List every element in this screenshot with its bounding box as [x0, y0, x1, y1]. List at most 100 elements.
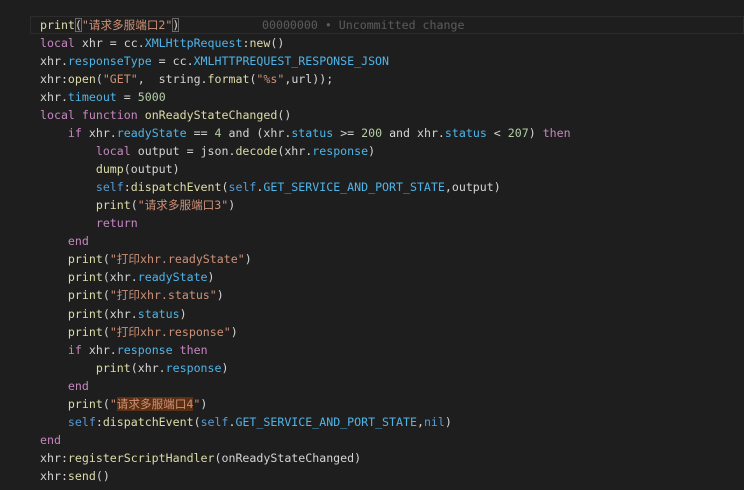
code-token: readyState	[116, 126, 187, 141]
code-line[interactable]: xhr:send()	[0, 467, 744, 485]
code-token: =	[116, 90, 138, 105]
code-token: onReadyStateChanged	[144, 108, 278, 123]
code-token: format	[207, 72, 250, 87]
code-token: local	[95, 144, 131, 159]
code-token: readyState	[137, 270, 208, 285]
code-line[interactable]: local function onReadyStateChanged()	[0, 106, 744, 124]
code-line[interactable]: dump(output)	[0, 160, 744, 178]
code-line[interactable]: print(xhr.readyState)	[0, 268, 744, 286]
code-token: open	[67, 72, 96, 87]
code-token: timeout	[67, 90, 117, 105]
code-line[interactable]: if xhr.readyState == 4 and (xhr.status >…	[0, 124, 744, 142]
code-token: if	[67, 126, 82, 141]
code-line[interactable]: return	[0, 214, 744, 232]
code-line[interactable]: print(xhr.status)	[0, 305, 744, 323]
code-token: ()	[270, 36, 285, 51]
code-line[interactable]: xhr.timeout = 5000	[0, 88, 744, 106]
code-line[interactable]: xhr:registerScriptHandler(onReadyStateCh…	[0, 449, 744, 467]
code-token: XMLHttpRequest	[144, 36, 243, 51]
code-token: "请求多服端口3"	[137, 198, 229, 213]
code-token: response	[116, 342, 173, 357]
code-token: dump	[95, 162, 124, 177]
code-token: (	[102, 396, 110, 411]
code-token: )	[207, 270, 215, 285]
code-line[interactable]: print(xhr.response)	[0, 359, 744, 377]
code-token: end	[67, 234, 89, 249]
code-token: xhr:	[40, 450, 68, 465]
code-token: )	[230, 324, 238, 339]
code-token: (	[102, 324, 110, 339]
code-token: "%s"	[256, 72, 285, 87]
code-token: nil	[423, 414, 445, 429]
code-token: "打印xhr.response"	[109, 324, 231, 339]
code-line[interactable]: xhr.responseType = cc.XMLHTTPREQUEST_RES…	[0, 52, 744, 70]
code-token: return	[95, 216, 138, 231]
code-token: end	[67, 378, 89, 393]
code-line[interactable]: print("打印xhr.response")	[0, 323, 744, 341]
code-token: print	[67, 324, 103, 339]
code-token: :	[95, 414, 103, 429]
code-line[interactable]: if xhr.response then	[0, 341, 744, 359]
code-token: )	[216, 288, 224, 303]
code-line[interactable]: local xhr = cc.XMLHttpRequest:new()	[0, 34, 744, 52]
code-token: self	[95, 180, 124, 195]
code-token: )	[244, 252, 252, 267]
code-token: status	[137, 306, 180, 321]
code-token: ()	[95, 468, 110, 483]
code-line[interactable]: xhr:open("GET", string.format("%s",url))…	[0, 70, 744, 88]
code-token: then	[179, 342, 208, 357]
code-line[interactable]: print("打印xhr.readyState")	[0, 250, 744, 268]
code-token: function	[81, 108, 138, 123]
code-line[interactable]: self:dispatchEvent(self.GET_SERVICE_AND_…	[0, 413, 744, 431]
code-token: self	[200, 414, 229, 429]
code-token: (xhr.	[102, 270, 138, 285]
code-token: new	[249, 36, 271, 51]
code-token: (xhr.	[102, 306, 138, 321]
code-line[interactable]: end	[0, 232, 744, 250]
code-token: local	[40, 108, 75, 123]
code-line[interactable]: print("请求多服端口4")	[0, 395, 744, 413]
code-token: print	[67, 270, 103, 285]
code-token: )	[368, 144, 376, 159]
code-line[interactable]: local output = json.decode(xhr.response)	[0, 142, 744, 160]
code-token: print	[67, 306, 103, 321]
git-blame-annotation: 00000000 • Uncommitted change	[262, 18, 465, 32]
code-token: ()	[277, 108, 292, 123]
code-token: self	[67, 414, 96, 429]
code-token: dispatchEvent	[102, 414, 194, 429]
code-token: send	[67, 468, 96, 483]
code-token: )	[528, 126, 543, 141]
code-token: :	[123, 180, 131, 195]
code-token: (	[102, 252, 110, 267]
code-token: end	[40, 432, 61, 447]
code-token: print	[67, 396, 103, 411]
code-token: (	[193, 414, 201, 429]
code-token: print	[40, 18, 75, 32]
code-token: status	[444, 126, 487, 141]
code-token: )	[179, 306, 187, 321]
code-token: "打印xhr.status"	[109, 288, 217, 303]
code-editor[interactable]: print("请求多服端口2") 00000000 • Uncommitted c…	[0, 16, 744, 485]
code-token: xhr.	[40, 90, 68, 105]
code-line[interactable]: print("打印xhr.status")	[0, 286, 744, 304]
code-token: , string.	[137, 72, 208, 87]
code-token: "GET"	[102, 72, 138, 87]
code-token: output = json.	[130, 144, 236, 159]
code-line[interactable]: end	[0, 377, 744, 395]
code-line[interactable]: self:dispatchEvent(self.GET_SERVICE_AND_…	[0, 178, 744, 196]
code-line[interactable]: end	[0, 431, 744, 449]
code-line[interactable]: print("请求多服端口2") 00000000 • Uncommitted c…	[30, 16, 744, 35]
code-line[interactable]: print("请求多服端口3")	[0, 196, 744, 214]
code-token: (output)	[123, 162, 180, 177]
code-token: GET_SERVICE_AND_PORT_STATE	[263, 180, 445, 195]
